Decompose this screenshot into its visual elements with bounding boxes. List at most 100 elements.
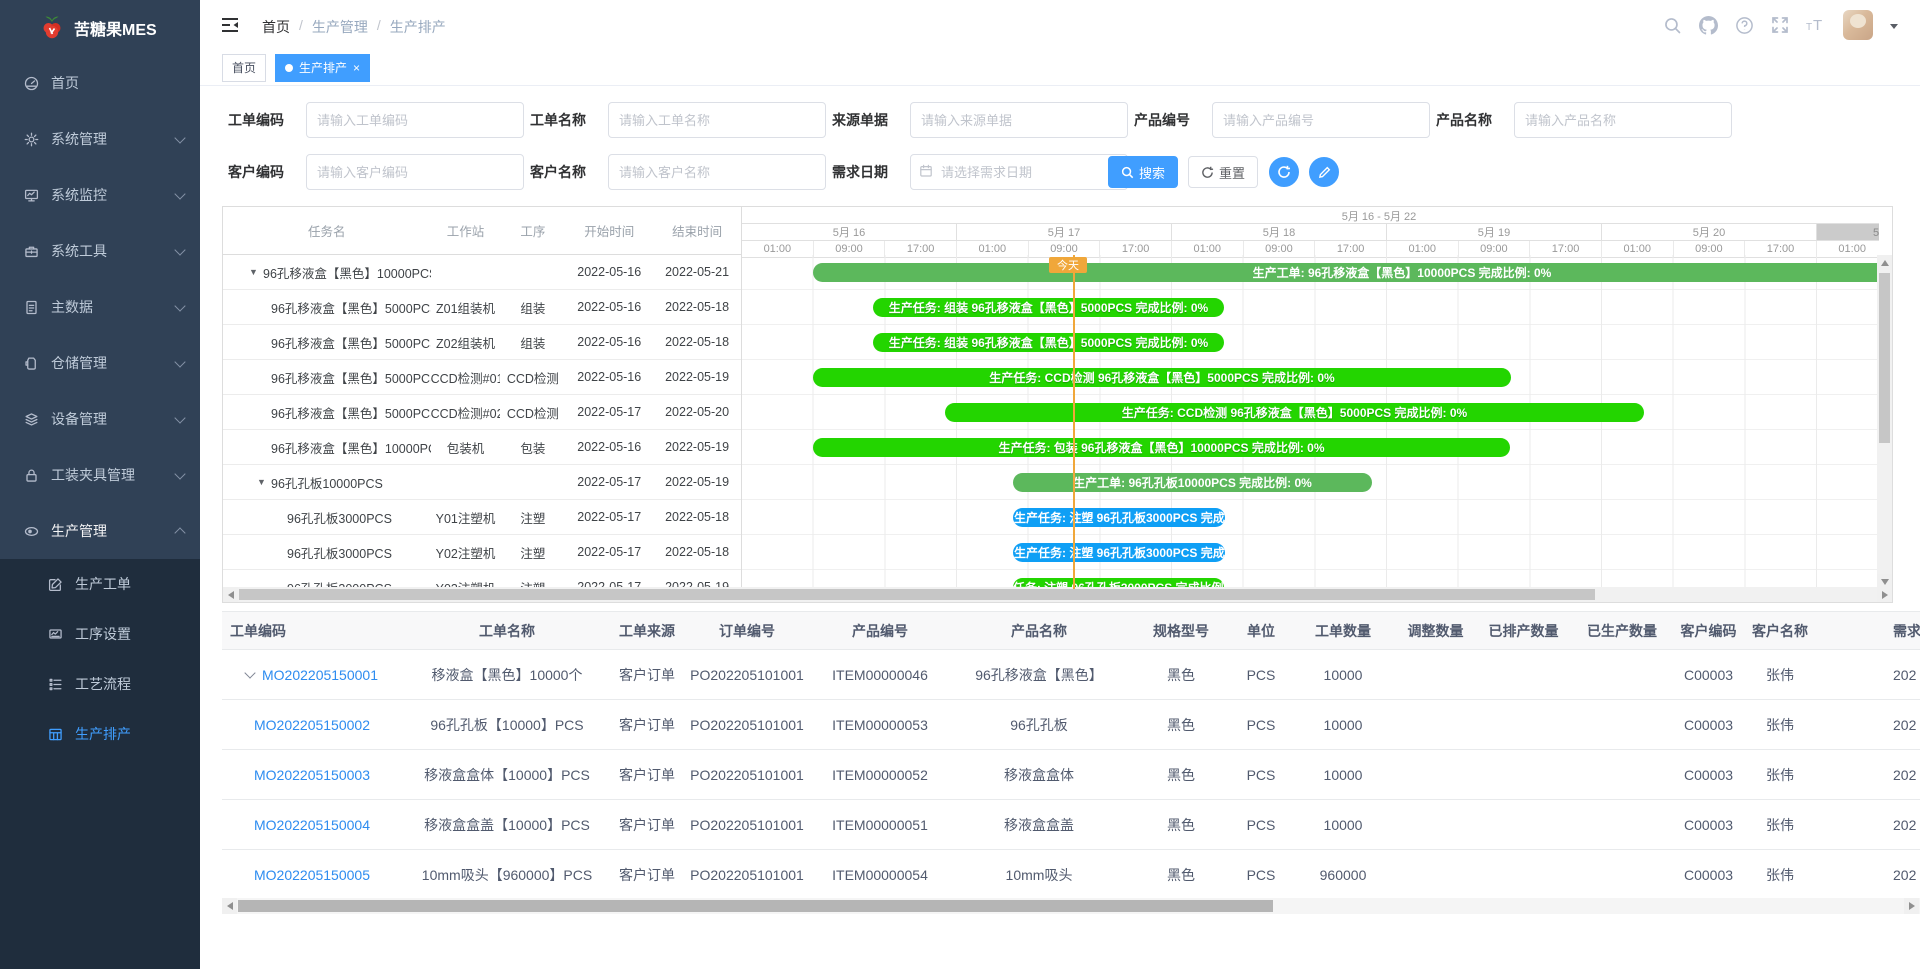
gantt-day-cell: 5月 20 (1602, 224, 1817, 240)
table-col-header: 产品编号 (812, 612, 948, 649)
avatar-dropdown-caret[interactable] (1890, 24, 1898, 33)
gantt-bar[interactable]: 生产任务: CCD检测 96孔移液盒【黑色】5000PCS 完成比例: 0% (945, 403, 1644, 422)
submenu-item-生产排产[interactable]: 生产排产 (0, 709, 200, 759)
work-order-link[interactable]: MO202205150001 (262, 667, 378, 683)
work-order-link[interactable]: MO202205150003 (254, 767, 370, 783)
reset-button[interactable]: 重置 (1188, 156, 1258, 188)
topbar-help-button[interactable] (1735, 16, 1754, 35)
close-icon[interactable]: × (353, 62, 360, 74)
sidebar-item-系统监控[interactable]: 系统监控 (0, 167, 200, 223)
gantt-bar[interactable]: 生产工单: 96孔孔板10000PCS 完成比例: 0% (1013, 473, 1372, 492)
sidebar-item-仓储管理[interactable]: 仓储管理 (0, 335, 200, 391)
gantt-task-row[interactable]: 96孔移液盒【黑色】10000PCS包装机包装2022-05-162022-05… (223, 430, 741, 465)
sidebar-item-主数据[interactable]: 主数据 (0, 279, 200, 335)
search-button[interactable]: 搜索 (1108, 156, 1178, 188)
scroll-left-arrow[interactable] (222, 898, 237, 914)
scroll-up-arrow[interactable] (1877, 255, 1892, 270)
work-order-link[interactable]: MO202205150005 (254, 867, 370, 883)
gantt-bar[interactable]: 生产工单: 96孔移液盒【黑色】10000PCS 完成比例: 0% (813, 263, 1879, 282)
lock-icon (24, 468, 39, 483)
work-order-link[interactable]: MO202205150002 (254, 717, 370, 733)
gantt-task-row[interactable]: 96孔移液盒【黑色】5000PCSZ01组装机组装2022-05-162022-… (223, 290, 741, 325)
topbar-search-button[interactable] (1663, 16, 1682, 35)
avatar[interactable] (1843, 10, 1873, 40)
sidebar-item-首页[interactable]: 首页 (0, 55, 200, 111)
filter-input-客户编码[interactable] (306, 154, 524, 190)
scroll-left-arrow[interactable] (223, 587, 238, 602)
gantt-bar-label: 生产任务: 组装 96孔移液盒【黑色】5000PCS 完成比例: 0% (889, 334, 1208, 351)
sidebar-item-工装夹具管理[interactable]: 工装夹具管理 (0, 447, 200, 503)
sidebar-item-设备管理[interactable]: 设备管理 (0, 391, 200, 447)
gantt-bar[interactable]: 生产任务: 组装 96孔移液盒【黑色】5000PCS 完成比例: 0% (873, 333, 1224, 352)
menu-fold-icon[interactable] (220, 15, 240, 35)
gantt-task-row[interactable]: 96孔孔板3000PCSY02注塑机注塑2022-05-172022-05-18 (223, 535, 741, 570)
gantt-column-header: 工作站 (431, 221, 501, 240)
table-cell (1396, 750, 1475, 799)
gantt-vscrollbar[interactable] (1877, 255, 1892, 589)
caret-down-icon[interactable]: ▼ (257, 477, 266, 487)
gantt-task-row[interactable]: 96孔移液盒【黑色】5000PCSCCD检测#01CCD检测2022-05-16… (223, 360, 741, 395)
table-hscrollbar[interactable] (222, 898, 1920, 914)
document-icon (24, 300, 39, 315)
gantt-hscroll-thumb[interactable] (239, 589, 1595, 600)
filter-input-工单编码[interactable] (306, 102, 524, 138)
gantt-bar[interactable]: 生产任务: 注塑 96孔孔板3000PCS 完成比例: 0% (1013, 543, 1225, 562)
table-cell: MO202205150003 (222, 750, 402, 799)
submenu-item-label: 生产排产 (75, 724, 131, 744)
topbar-fullscreen-button[interactable] (1771, 16, 1789, 34)
breadcrumb-item[interactable]: 生产排产 (390, 17, 446, 37)
gantt-task-row[interactable]: ▼96孔孔板10000PCS2022-05-172022-05-19 (223, 465, 741, 500)
task-name-text: 96孔移液盒【黑色】5000PCS (271, 302, 431, 316)
table-row[interactable]: MO20220515000296孔孔板【10000】PCS客户订单PO20220… (222, 700, 1920, 750)
gantt-task-row[interactable]: 96孔孔板3000PCSY01注塑机注塑2022-05-172022-05-18 (223, 500, 741, 535)
topbar-github-button[interactable] (1699, 16, 1718, 35)
tab-生产排产[interactable]: 生产排产× (275, 54, 370, 82)
scroll-right-arrow[interactable] (1904, 898, 1919, 914)
gantt-bar[interactable]: 生产任务: 包装 96孔移液盒【黑色】10000PCS 完成比例: 0% (813, 438, 1510, 457)
table-cell: PCS (1232, 650, 1290, 699)
submenu-item-工序设置[interactable]: 工序设置 (0, 609, 200, 659)
gantt-task-row[interactable]: ▼96孔移液盒【黑色】10000PCS2022-05-162022-05-21 (223, 255, 741, 290)
table-cell: PCS (1232, 700, 1290, 749)
work-order-link[interactable]: MO202205150004 (254, 817, 370, 833)
table-row[interactable]: MO202205150003移液盒盒体【10000】PCS客户订单PO20220… (222, 750, 1920, 800)
gantt-vscroll-thumb[interactable] (1879, 273, 1890, 443)
gantt-bar-label: 生产工单: 96孔移液盒【黑色】10000PCS 完成比例: 0% (1253, 264, 1552, 281)
sidebar-item-系统管理[interactable]: 系统管理 (0, 111, 200, 167)
filter-input-产品编号[interactable] (1212, 102, 1430, 138)
table-cell: 客户订单 (612, 650, 682, 699)
tab-首页[interactable]: 首页 (222, 54, 266, 82)
sidebar-item-生产管理[interactable]: 生产管理 (0, 503, 200, 559)
table-row[interactable]: MO20220515000510mm吸头【960000】PCS客户订单PO202… (222, 850, 1920, 900)
gantt-task-row[interactable]: 96孔移液盒【黑色】5000PCSZ02组装机组装2022-05-162022-… (223, 325, 741, 360)
chevron-down-icon[interactable] (244, 667, 255, 678)
filter-input-产品名称[interactable] (1514, 102, 1732, 138)
table-row[interactable]: MO202205150001移液盒【黑色】10000个客户订单PO2022051… (222, 650, 1920, 700)
demand-date-input[interactable] (910, 154, 1128, 190)
filter-input-工单名称[interactable] (608, 102, 826, 138)
app-logo[interactable]: 苦糖果MES (0, 0, 200, 55)
scroll-right-arrow[interactable] (1877, 587, 1892, 602)
list-icon (48, 677, 63, 692)
filter-input-客户名称[interactable] (608, 154, 826, 190)
edit-round-button[interactable] (1309, 157, 1339, 187)
submenu-item-生产工单[interactable]: 生产工单 (0, 559, 200, 609)
sidebar-item-系统工具[interactable]: 系统工具 (0, 223, 200, 279)
gantt-bar[interactable]: 生产任务: CCD检测 96孔移液盒【黑色】5000PCS 完成比例: 0% (813, 368, 1511, 387)
gantt-bar[interactable]: 生产任务: 组装 96孔移液盒【黑色】5000PCS 完成比例: 0% (873, 298, 1224, 317)
gantt-bar[interactable]: 生产任务: 注塑 96孔孔板3000PCS 完成比例: 0% (1013, 508, 1225, 527)
table-row[interactable]: MO202205150004移液盒盒盖【10000】PCS客户订单PO20220… (222, 800, 1920, 850)
refresh-icon (1277, 165, 1291, 179)
topbar-fontsize-button[interactable]: TT (1806, 16, 1826, 34)
caret-down-icon[interactable]: ▼ (249, 267, 258, 277)
gantt-hscrollbar[interactable] (223, 587, 1892, 602)
gantt-range-header: 5月 16 - 5月 22 (742, 207, 1879, 224)
breadcrumb-item[interactable]: 生产管理 (312, 17, 368, 37)
gantt-task-row[interactable]: 96孔移液盒【黑色】5000PCSCCD检测#02CCD检测2022-05-17… (223, 395, 741, 430)
table-hscroll-thumb[interactable] (238, 900, 1273, 912)
gantt-bar-label: 生产任务: 注塑 96孔孔板3000PCS 完成比例: 0% (1014, 544, 1225, 561)
refresh-round-button[interactable] (1269, 157, 1299, 187)
filter-input-来源单据[interactable] (910, 102, 1128, 138)
submenu-item-工艺流程[interactable]: 工艺流程 (0, 659, 200, 709)
breadcrumb-item[interactable]: 首页 (262, 17, 290, 37)
